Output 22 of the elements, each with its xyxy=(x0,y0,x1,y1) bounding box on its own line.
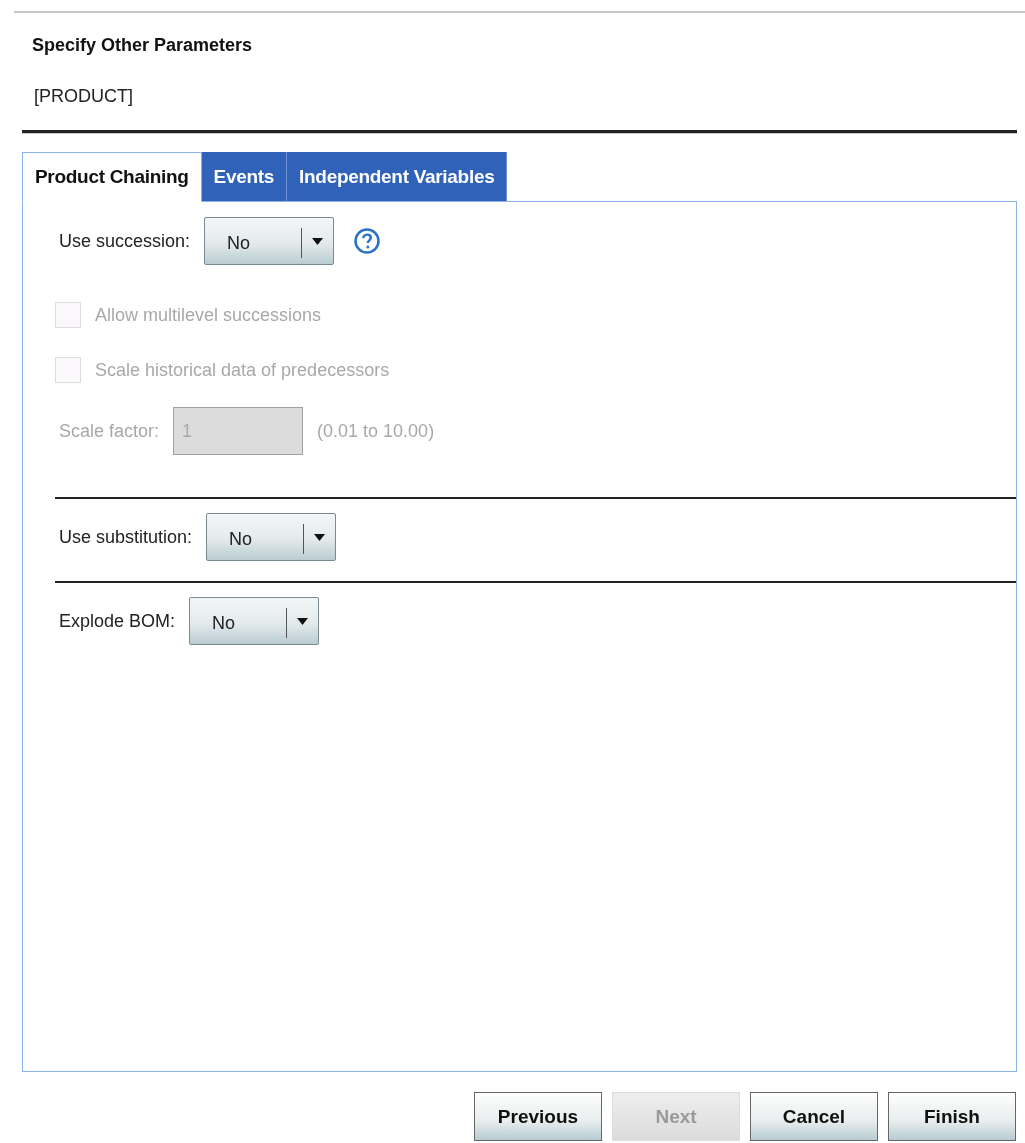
tab[interactable]: Independent Variables xyxy=(287,152,508,201)
dropdown[interactable]: No xyxy=(204,217,335,265)
dialog-title: Specify Other Parameters xyxy=(32,35,253,56)
field-label: Scale factor: xyxy=(59,420,160,442)
checkbox-label: Scale historical data of predecessors xyxy=(95,359,390,381)
object-name: [PRODUCT] xyxy=(34,86,133,107)
caret-icon xyxy=(297,617,309,625)
field-label: Use substitution: xyxy=(59,526,193,548)
wizard-button[interactable]: Previous xyxy=(474,1092,602,1141)
caret-icon xyxy=(314,533,326,541)
help-icon[interactable] xyxy=(354,228,381,254)
range-hint: (0.01 to 10.00) xyxy=(317,420,435,442)
dropdown[interactable]: No xyxy=(206,513,337,561)
field-label: Use succession: xyxy=(59,230,191,252)
wizard-button[interactable]: Cancel xyxy=(750,1092,878,1141)
field-label: Explode BOM: xyxy=(59,610,176,632)
tab[interactable]: Product Chaining xyxy=(22,152,202,202)
checkbox-label: Allow multilevel successions xyxy=(95,304,322,326)
caret-icon xyxy=(312,237,324,245)
dropdown[interactable]: No xyxy=(189,597,320,645)
tab[interactable]: Events xyxy=(201,152,288,201)
wizard-button[interactable]: Finish xyxy=(888,1092,1016,1141)
